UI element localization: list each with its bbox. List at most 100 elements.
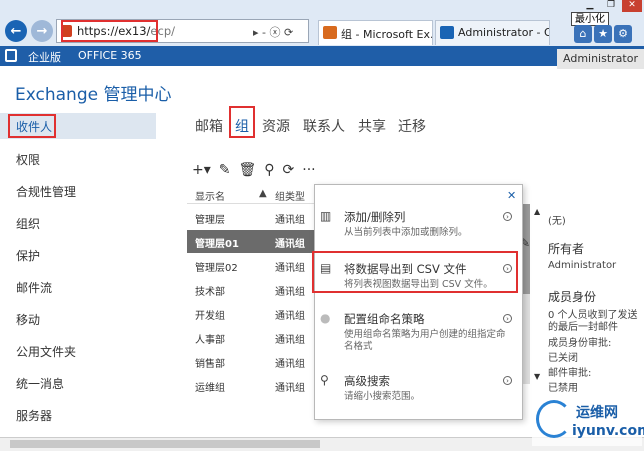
page-title: Exchange 管理中心 xyxy=(15,85,172,105)
table-row-selected[interactable]: 管理层01 通讯组 xyxy=(187,230,318,253)
table-row[interactable]: 人事部 通讯组 xyxy=(187,326,318,349)
table-row[interactable]: 管理层 通讯组 xyxy=(187,206,318,229)
approval-label: 成员身份审批: xyxy=(548,338,612,349)
owner-value: Administrator xyxy=(548,260,617,271)
tab-resources[interactable]: 资源 xyxy=(262,116,290,136)
search-icon[interactable]: ⚲ xyxy=(264,162,274,178)
row-name: 开发组 xyxy=(195,311,225,322)
menu-item-title: 添加/删除列 xyxy=(344,210,406,224)
owner-heading: 所有者 xyxy=(548,242,585,256)
scroll-down-icon[interactable]: ▼ xyxy=(534,372,540,381)
chevron-right-icon: › xyxy=(503,376,512,385)
address-bar-icons[interactable]: ▸ - ⓧ ⟳ xyxy=(253,24,293,40)
column-header-type[interactable]: 组类型 xyxy=(275,188,305,203)
menu-item-desc: 从当前列表中添加或删除列。 xyxy=(344,227,468,238)
tab-contacts[interactable]: 联系人 xyxy=(303,116,345,136)
details-pane: (无) 所有者 Administrator 成员身份 0 个人员收到了发送 的最… xyxy=(548,204,644,404)
sidebar-item-mobile[interactable]: 移动 xyxy=(16,311,40,328)
chevron-right-icon: › xyxy=(503,212,512,221)
moderation-value: 已禁用 xyxy=(548,383,578,394)
list-toolbar: +▾ ✎ 🗑 ⚲ ⟳ ··· xyxy=(192,162,324,178)
sort-asc-icon[interactable]: ▲ xyxy=(259,188,267,199)
tab-shared[interactable]: 共享 xyxy=(358,116,386,136)
dot-icon: ● xyxy=(320,311,331,325)
gear-icon[interactable]: ⚙ xyxy=(614,25,632,43)
sidebar-item-unified-messaging[interactable]: 统一消息 xyxy=(16,375,64,392)
home-icon[interactable]: ⌂ xyxy=(574,25,592,43)
search-people-icon: ⚲ xyxy=(320,373,329,387)
pencil-icon[interactable]: ✎ xyxy=(219,162,231,178)
sidebar-item-servers[interactable]: 服务器 xyxy=(16,407,52,424)
moderation-label: 邮件审批: xyxy=(548,368,592,379)
more-icon[interactable]: ··· xyxy=(302,162,315,178)
table-row[interactable]: 开发组 通讯组 xyxy=(187,302,318,325)
menu-item-title: 高级搜索 xyxy=(344,374,390,388)
table-row[interactable]: 技术部 通讯组 xyxy=(187,278,318,301)
refresh-icon[interactable]: ⟳ xyxy=(283,162,295,178)
trash-icon[interactable]: 🗑 xyxy=(239,162,257,178)
table-row[interactable]: 销售部 通讯组 xyxy=(187,350,318,373)
scroll-up-icon[interactable]: ▲ xyxy=(534,207,540,216)
window-controls: ▁ ❐ ✕ xyxy=(580,0,644,12)
sidebar-item-recipients[interactable]: 收件人 xyxy=(16,118,52,135)
row-type: 通讯组 xyxy=(275,263,305,274)
chevron-right-icon: › xyxy=(503,314,512,323)
sidebar-item-protection[interactable]: 保护 xyxy=(16,247,40,264)
export-csv-highlight-box xyxy=(312,251,518,293)
row-name: 销售部 xyxy=(195,359,225,370)
office-logo-icon xyxy=(5,49,17,62)
minimize-icon[interactable]: ▁ xyxy=(580,0,600,12)
column-header-name[interactable]: 显示名 xyxy=(195,188,225,203)
tab-mailboxes[interactable]: 邮箱 xyxy=(195,116,223,136)
table-row[interactable]: 运维组 通讯组 xyxy=(187,374,318,397)
columns-icon: ▥ xyxy=(320,209,332,223)
sidebar-item-compliance[interactable]: 合规性管理 xyxy=(16,183,76,200)
approval-value: 已关闭 xyxy=(548,353,578,364)
office365-bar: 企业版 OFFICE 365 Administrator xyxy=(0,46,644,69)
menu-item-title: 配置组命名策略 xyxy=(344,312,425,326)
favorites-star-icon[interactable]: ★ xyxy=(594,25,612,43)
sidebar-item-organization[interactable]: 组织 xyxy=(16,215,40,232)
sidebar-item-permissions[interactable]: 权限 xyxy=(16,151,40,168)
row-type: 通讯组 xyxy=(275,335,305,346)
menu-item-desc: 请缩小搜索范围。 xyxy=(344,391,421,402)
row-type: 通讯组 xyxy=(275,287,305,298)
exchange-tab-icon xyxy=(323,26,337,39)
row-name: 人事部 xyxy=(195,335,225,346)
table-row[interactable]: 管理层02 通讯组 xyxy=(187,254,318,277)
arrow-right-icon: → xyxy=(36,23,48,39)
watermark-text: 运维网 xyxy=(576,405,618,421)
back-button[interactable]: ← xyxy=(5,20,27,42)
outlook-tab-icon xyxy=(440,26,454,39)
row-type: 通讯组 xyxy=(275,239,305,250)
office365-brand[interactable]: OFFICE 365 xyxy=(78,49,142,62)
user-menu[interactable]: Administrator xyxy=(557,49,644,69)
membership-heading: 成员身份 xyxy=(548,290,597,304)
detail-none: (无) xyxy=(548,216,566,227)
tab-label: Administrator - Ou... xyxy=(458,26,549,39)
sidebar-item-public-folders[interactable]: 公用文件夹 xyxy=(16,343,76,360)
tab-label: 组 - Microsoft Ex... xyxy=(341,28,433,41)
edition-label[interactable]: 企业版 xyxy=(28,49,61,65)
row-name: 管理层02 xyxy=(195,263,238,274)
forward-button[interactable]: → xyxy=(31,20,53,42)
groups-tab-highlight-box xyxy=(229,106,255,138)
row-type: 通讯组 xyxy=(275,215,305,226)
more-options-menu: ✕ ▥ 添加/删除列 从当前列表中添加或删除列。 › ▤ 将数据导出到 CSV … xyxy=(314,184,523,420)
tab-ecp[interactable]: 组 - Microsoft Ex... xyxy=(318,20,433,45)
add-icon[interactable]: +▾ xyxy=(192,162,211,178)
restore-icon[interactable]: ❐ xyxy=(601,0,621,12)
tab-migration[interactable]: 迁移 xyxy=(398,116,426,136)
row-name: 技术部 xyxy=(195,287,225,298)
row-type: 通讯组 xyxy=(275,383,305,394)
sidebar-item-mailflow[interactable]: 邮件流 xyxy=(16,279,52,296)
groups-list: 显示名 ▲ 组类型 管理层 通讯组 管理层01 通讯组 管理层02 通讯组 技术部 通讯… xyxy=(187,184,318,428)
browser-toolbar-icons: ⌂ ★ ⚙ xyxy=(574,25,634,43)
close-icon[interactable]: ✕ xyxy=(507,189,516,202)
tab-outlook[interactable]: Administrator - Ou... xyxy=(435,20,550,45)
close-window-icon[interactable]: ✕ xyxy=(622,0,642,12)
row-type: 通讯组 xyxy=(275,311,305,322)
horizontal-scroll-thumb[interactable] xyxy=(10,440,320,448)
watermark-url: iyunv.com xyxy=(572,423,644,439)
membership-desc-line2: 的最后一封邮件 xyxy=(548,322,618,333)
